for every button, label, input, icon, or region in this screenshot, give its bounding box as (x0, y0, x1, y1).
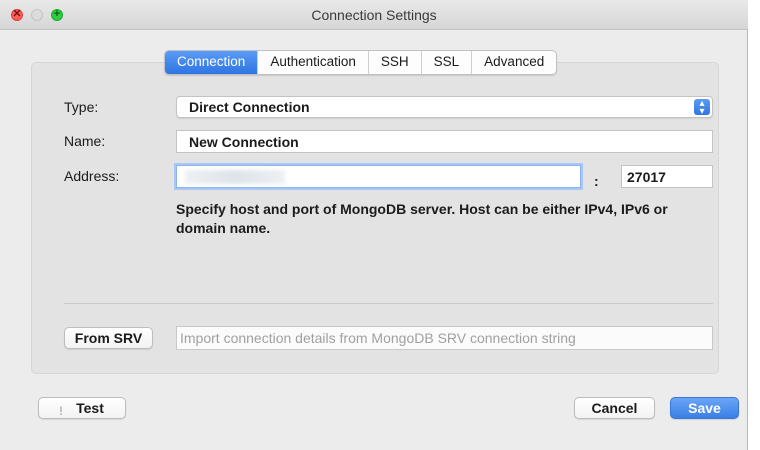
connection-settings-window: ✕ + Connection Settings Connection Authe… (0, 0, 748, 450)
chevron-up-down-icon: ▴ ▾ (694, 99, 710, 117)
from-srv-button[interactable]: From SRV (64, 327, 153, 349)
test-button[interactable]: ! Test (38, 397, 126, 419)
save-button[interactable]: Save (670, 397, 739, 419)
address-port-separator: : (594, 173, 599, 189)
type-label: Type: (64, 99, 99, 115)
window-title: Connection Settings (311, 7, 437, 23)
address-label: Address: (64, 168, 120, 184)
port-input[interactable]: 27017 (621, 165, 713, 188)
warning-icon: ! (59, 404, 63, 418)
settings-tabs: Connection Authentication SSH SSL Advanc… (164, 50, 558, 75)
redacted-host (185, 170, 285, 184)
tab-authentication[interactable]: Authentication (257, 51, 368, 74)
address-host-input[interactable] (176, 165, 581, 188)
title-bar: ✕ + Connection Settings (0, 0, 748, 30)
srv-connection-string-input[interactable]: Import connection details from MongoDB S… (176, 326, 713, 350)
section-divider (64, 303, 713, 304)
connection-type-value: Direct Connection (189, 99, 310, 115)
connection-type-select[interactable]: Direct Connection ▴ ▾ (176, 96, 713, 118)
test-button-label: Test (76, 400, 104, 416)
name-label: Name: (64, 133, 106, 149)
tab-advanced[interactable]: Advanced (471, 51, 556, 74)
tab-ssl[interactable]: SSL (420, 51, 472, 74)
tab-connection[interactable]: Connection (165, 51, 258, 74)
connection-name-input[interactable]: New Connection (176, 130, 713, 153)
cancel-button[interactable]: Cancel (574, 397, 655, 419)
tab-ssh[interactable]: SSH (367, 51, 421, 74)
address-help-text: Specify host and port of MongoDB server.… (176, 201, 668, 236)
